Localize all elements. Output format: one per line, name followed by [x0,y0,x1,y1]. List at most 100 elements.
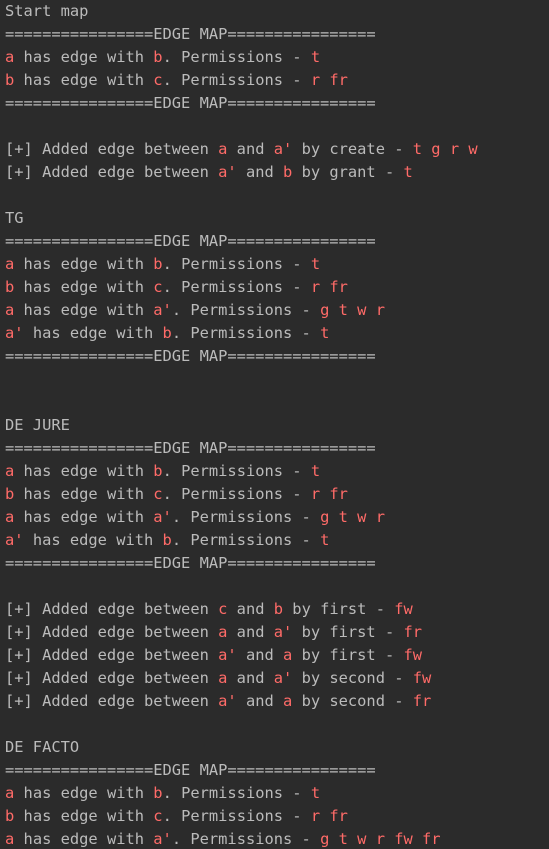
line-text: [+] Added edge between [5,669,219,687]
line-text: . Permissions - [162,48,311,66]
terminal-line: Start map [5,0,549,23]
line-text: and [227,600,274,618]
line-text: has edge with [23,324,163,342]
line-text: and [227,623,274,641]
terminal-line: b has edge with c. Permissions - r fr [5,276,549,299]
highlighted-token: a [5,508,15,526]
highlighted-token: a' [153,830,172,848]
highlighted-token: a' [273,669,293,687]
terminal-line: ================EDGE MAP================ [5,230,549,253]
terminal-line: b has edge with c. Permissions - r fr [5,483,549,506]
line-text: ================EDGE MAP================ [5,232,376,250]
highlighted-token: fw [403,646,423,664]
line-text: has edge with [14,485,154,503]
line-text: has edge with [14,48,154,66]
highlighted-token: b [153,255,163,273]
highlighted-token: a' [218,646,237,664]
terminal-line: a' has edge with b. Permissions - t [5,322,549,345]
highlighted-token: a' [153,508,172,526]
terminal-line: a' has edge with b. Permissions - t [5,529,549,552]
line-text: has edge with [14,784,154,802]
line-text: by create - [292,140,413,158]
terminal-line: ================EDGE MAP================ [5,345,549,368]
terminal-line: ================EDGE MAP================ [5,23,549,46]
highlighted-token: a' [218,692,237,710]
line-text: [+] Added edge between [5,646,219,664]
highlighted-token: r fr [310,807,348,825]
line-text: has edge with [14,301,154,319]
line-text: [+] Added edge between [5,140,219,158]
line-text: . Permissions - [162,71,311,89]
line-text: and [236,692,284,710]
line-text: Start map [5,2,89,20]
line-text: by second - [292,669,413,687]
highlighted-token: b [283,163,293,181]
highlighted-token: a' [273,623,293,641]
line-text: ================EDGE MAP================ [5,94,376,112]
highlighted-token: a [218,623,228,641]
line-text: . Permissions - [162,462,311,480]
line-text: . Permissions - [162,807,311,825]
highlighted-token: r fr [310,278,348,296]
highlighted-token: c [153,485,163,503]
highlighted-token: fr [403,623,423,641]
terminal-line: a has edge with b. Permissions - t [5,46,549,69]
terminal-line: ================EDGE MAP================ [5,552,549,575]
line-text: and [236,646,284,664]
terminal-line: [+] Added edge between a' and b by grant… [5,161,549,184]
line-text: ================EDGE MAP================ [5,439,376,457]
line-text: . Permissions - [162,784,311,802]
line-text: [+] Added edge between [5,163,219,181]
highlighted-token: b [162,531,172,549]
terminal-line: DE FACTO [5,736,549,759]
terminal-line: a has edge with a'. Permissions - g t w … [5,506,549,529]
highlighted-token: b [273,600,284,618]
line-text: and [227,669,274,687]
line-text: . Permissions - [162,485,311,503]
line-text: ================EDGE MAP================ [5,25,376,43]
highlighted-token: a' [5,324,24,342]
highlighted-token: t [310,255,321,273]
highlighted-token: t [310,48,321,66]
terminal-output: Start map ================EDGE MAP=======… [0,0,549,849]
highlighted-token: c [153,71,163,89]
highlighted-token: b [5,278,15,296]
highlighted-token: a [5,48,15,66]
line-text: . Permissions - [171,324,321,342]
line-text: by grant - [292,163,404,181]
highlighted-token: b [5,71,15,89]
highlighted-token: c [153,278,163,296]
terminal-line: a has edge with b. Permissions - t [5,253,549,276]
highlighted-token: a [5,255,15,273]
highlighted-token: fr [412,692,432,710]
highlighted-token: a [5,830,15,848]
line-text: [+] Added edge between [5,692,219,710]
line-text: . Permissions - [171,301,321,319]
highlighted-token: g t w r fw fr [320,830,441,848]
line-text: has edge with [14,71,154,89]
line-text: has edge with [14,508,154,526]
terminal-line: ================EDGE MAP================ [5,759,549,782]
line-text: ================EDGE MAP================ [5,761,376,779]
terminal-line: a has edge with a'. Permissions - g t w … [5,299,549,322]
terminal-line: ================EDGE MAP================ [5,437,549,460]
highlighted-token: g t w r [320,508,385,526]
highlighted-token: a [218,140,228,158]
terminal-line: [+] Added edge between a and a' by secon… [5,667,549,690]
line-text: has edge with [14,830,154,848]
highlighted-token: b [5,485,15,503]
highlighted-token: a' [153,301,172,319]
highlighted-token: t g r w [412,140,478,158]
terminal-line: a has edge with a'. Permissions - g t w … [5,828,549,849]
line-text: has edge with [14,255,154,273]
line-text: [+] Added edge between [5,623,219,641]
terminal-line: [+] Added edge between a and a' by first… [5,621,549,644]
highlighted-token: g t w r [320,301,385,319]
terminal-line: TG [5,207,549,230]
terminal-line: ================EDGE MAP================ [5,92,549,115]
